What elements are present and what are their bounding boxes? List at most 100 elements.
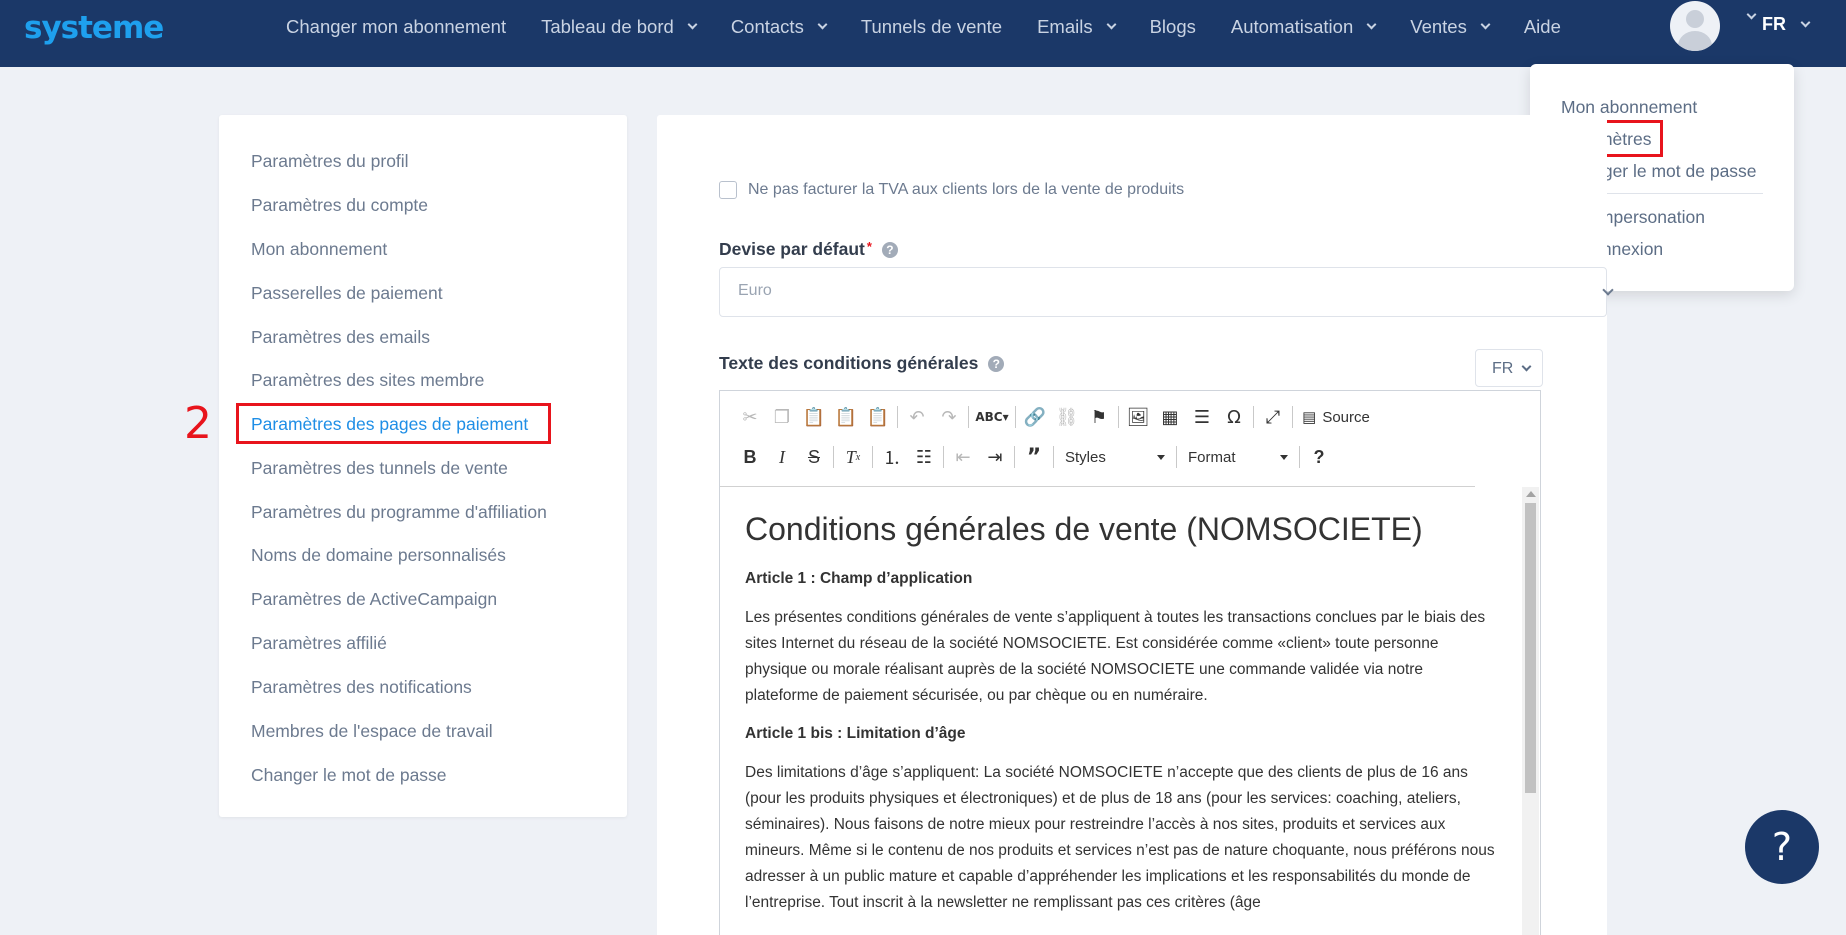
sidebar-item-tunnels-vente[interactable]: Paramètres des tunnels de vente xyxy=(251,458,508,479)
link-icon[interactable]: 🔗 xyxy=(1019,403,1051,431)
toolbar-row-1: ✂ ❐ 📋 📋 📋 ↶ ↷ ABC▾ 🔗 ⛓ ⚑ 🖼 ▦ ☰ Ω ⤢ ▤ Sou… xyxy=(734,402,1376,432)
source-button[interactable]: ▤ Source xyxy=(1296,403,1376,431)
sidebar-item-sites-membre[interactable]: Paramètres des sites membre xyxy=(251,370,484,391)
help-chat-button[interactable]: ? xyxy=(1745,810,1819,884)
nav-label: Aide xyxy=(1523,16,1561,37)
chevron-down-icon xyxy=(1106,19,1117,30)
chevron-down-icon xyxy=(1480,19,1491,30)
sidebar-item-affilie[interactable]: Paramètres affilié xyxy=(251,633,387,654)
scroll-up-arrow-icon[interactable] xyxy=(1526,491,1536,497)
vat-checkbox[interactable] xyxy=(719,181,737,199)
toolbar-separator xyxy=(872,446,873,468)
format-dropdown[interactable]: Format xyxy=(1180,443,1296,471)
help-question-icon[interactable]: ? xyxy=(1303,443,1335,471)
terms-label-text: Texte des conditions générales xyxy=(719,353,979,373)
image-icon[interactable]: 🖼 xyxy=(1122,403,1154,431)
nav-contacts[interactable]: Contacts xyxy=(730,16,828,38)
paste-icon[interactable]: 📋 xyxy=(798,403,830,431)
avatar-body-shape xyxy=(1678,31,1712,51)
terms-language-select[interactable]: FR xyxy=(1475,349,1543,387)
styles-dropdown[interactable]: Styles xyxy=(1057,443,1173,471)
special-char-omega-icon[interactable]: Ω xyxy=(1218,403,1250,431)
sidebar-item-mot-de-passe[interactable]: Changer le mot de passe xyxy=(251,765,447,786)
currency-select[interactable]: Euro xyxy=(719,267,1614,317)
horizontal-rule-icon[interactable]: ☰ xyxy=(1186,403,1218,431)
sidebar-item-abonnement[interactable]: Mon abonnement xyxy=(251,239,387,260)
avatar-head-shape xyxy=(1686,10,1704,28)
vat-option: Ne pas facturer la TVA aux clients lors … xyxy=(719,181,1184,199)
help-icon[interactable]: ? xyxy=(988,355,1005,372)
anchor-flag-icon[interactable]: ⚑ xyxy=(1083,403,1115,431)
nav-ventes[interactable]: Ventes xyxy=(1410,16,1491,38)
nav-label: Ventes xyxy=(1410,16,1467,37)
bold-icon[interactable]: B xyxy=(734,443,766,471)
sidebar-item-passerelles[interactable]: Passerelles de paiement xyxy=(251,283,443,304)
numbered-list-icon[interactable]: ⒈ xyxy=(876,443,908,471)
required-mark: * xyxy=(866,239,872,254)
undo-icon[interactable]: ↶ xyxy=(901,403,933,431)
article-1-text: Les présentes conditions générales de ve… xyxy=(745,609,1486,704)
editor-content[interactable]: Conditions générales de vente (NOMSOCIET… xyxy=(721,487,1521,935)
language-switcher[interactable]: FR xyxy=(1762,14,1811,35)
nav-changer-abonnement[interactable]: Changer mon abonnement xyxy=(286,16,506,38)
decrease-indent-icon[interactable]: ⇤ xyxy=(947,443,979,471)
sidebar-item-domaines[interactable]: Noms de domaine personnalisés xyxy=(251,545,506,566)
nav-automatisation[interactable]: Automatisation xyxy=(1230,16,1377,38)
toolbar-separator xyxy=(1015,406,1016,428)
nav-label: Tunnels de vente xyxy=(860,16,1003,37)
avatar-chevron-down-icon[interactable] xyxy=(1746,9,1757,20)
nav-blogs[interactable]: Blogs xyxy=(1150,16,1196,38)
scrollbar-thumb[interactable] xyxy=(1525,503,1536,793)
toolbar-separator xyxy=(968,406,969,428)
strikethrough-icon[interactable]: S xyxy=(798,443,830,471)
nav-aide[interactable]: Aide xyxy=(1524,16,1561,38)
italic-icon[interactable]: I xyxy=(766,443,798,471)
sidebar-item-membres[interactable]: Membres de l'espace de travail xyxy=(251,721,493,742)
maximize-icon[interactable]: ⤢ xyxy=(1257,403,1289,431)
sidebar-item-notifications[interactable]: Paramètres des notifications xyxy=(251,677,472,698)
article-1bis-heading: Article 1 bis : Limitation d’âge xyxy=(745,725,966,742)
redo-icon[interactable]: ↷ xyxy=(933,403,965,431)
dropdown-arrow-icon xyxy=(1157,454,1165,460)
sidebar-item-emails[interactable]: Paramètres des emails xyxy=(251,327,430,348)
systeme-logo[interactable]: systeme xyxy=(24,10,164,46)
nav-tunnels-de-vente[interactable]: Tunnels de vente xyxy=(861,16,1002,38)
toolbar-separator xyxy=(897,406,898,428)
nav-label: Blogs xyxy=(1149,16,1196,37)
dropdown-arrow-icon xyxy=(1280,454,1288,460)
rich-text-editor: ✂ ❐ 📋 📋 📋 ↶ ↷ ABC▾ 🔗 ⛓ ⚑ 🖼 ▦ ☰ Ω ⤢ ▤ Sou… xyxy=(719,390,1541,935)
top-navbar: systeme Changer mon abonnement Tableau d… xyxy=(0,0,1846,67)
toolbar-separator xyxy=(1118,406,1119,428)
terms-label: Texte des conditions générales? xyxy=(719,353,1005,374)
spellcheck-icon[interactable]: ABC▾ xyxy=(972,403,1012,431)
nav-label: Automatisation xyxy=(1230,16,1354,37)
bulleted-list-icon[interactable]: ☷ xyxy=(908,443,940,471)
language-label: FR xyxy=(1762,14,1786,34)
help-icon[interactable]: ? xyxy=(881,241,898,258)
nav-tableau-de-bord[interactable]: Tableau de bord xyxy=(541,16,698,38)
toolbar-separator xyxy=(1253,406,1254,428)
sidebar-item-profil[interactable]: Paramètres du profil xyxy=(251,151,409,172)
blockquote-icon[interactable]: ” xyxy=(1018,443,1050,471)
table-icon[interactable]: ▦ xyxy=(1154,403,1186,431)
nav-emails[interactable]: Emails xyxy=(1037,16,1117,38)
increase-indent-icon[interactable]: ⇥ xyxy=(979,443,1011,471)
sidebar-item-compte[interactable]: Paramètres du compte xyxy=(251,195,428,216)
sidebar-item-affiliation[interactable]: Paramètres du programme d'affiliation xyxy=(251,502,547,523)
paste-text-icon[interactable]: 📋 xyxy=(830,403,862,431)
chevron-down-icon xyxy=(1521,361,1532,372)
editor-scrollbar[interactable] xyxy=(1522,487,1539,935)
copy-icon[interactable]: ❐ xyxy=(766,403,798,431)
cut-icon[interactable]: ✂ xyxy=(734,403,766,431)
nav-label: Contacts xyxy=(730,16,804,37)
paste-word-icon[interactable]: 📋 xyxy=(862,403,894,431)
toolbar-separator xyxy=(943,446,944,468)
user-avatar[interactable] xyxy=(1670,1,1720,51)
source-doc-icon: ▤ xyxy=(1302,409,1317,426)
unlink-icon[interactable]: ⛓ xyxy=(1051,403,1083,431)
remove-format-icon[interactable]: Tx xyxy=(837,443,869,471)
settings-sidebar: Paramètres du profil Paramètres du compt… xyxy=(219,115,627,817)
highlight-box-pages-paiement xyxy=(236,403,551,444)
sidebar-item-activecampaign[interactable]: Paramètres de ActiveCampaign xyxy=(251,589,497,610)
source-label: Source xyxy=(1322,408,1370,426)
